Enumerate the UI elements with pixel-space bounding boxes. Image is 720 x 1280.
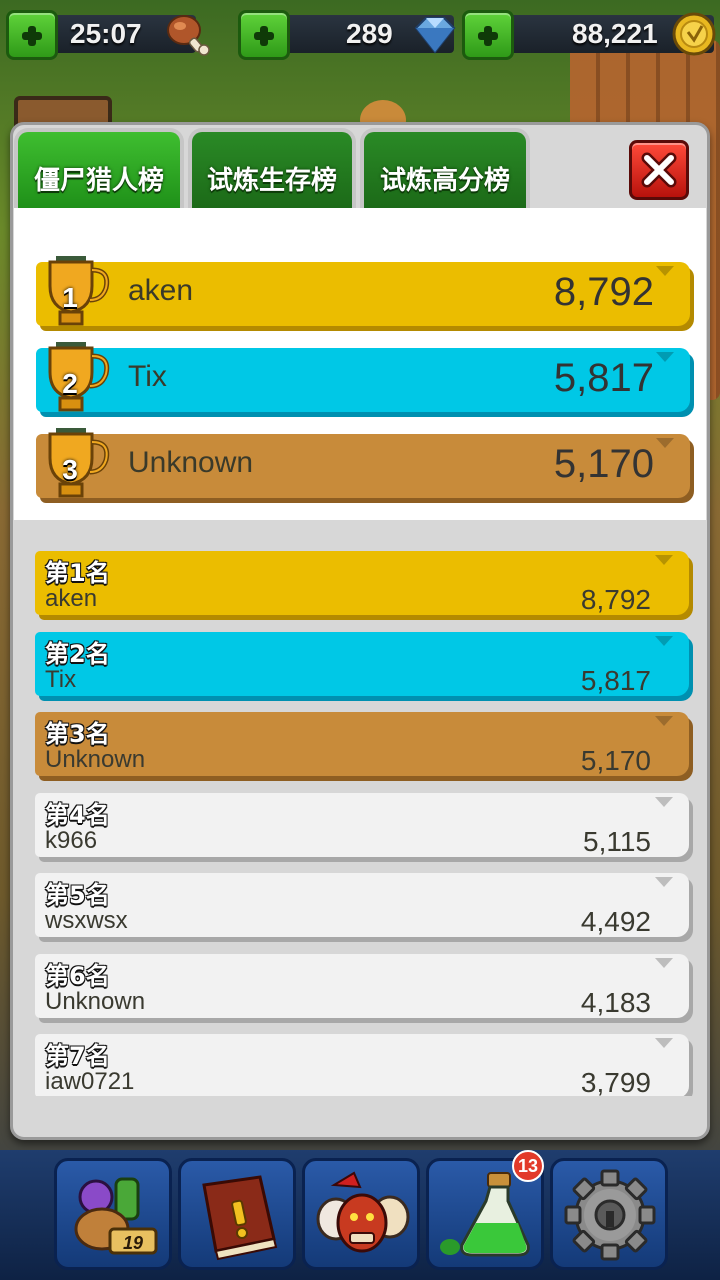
player-score: 8,792 bbox=[553, 270, 654, 314]
player-name: Unknown bbox=[45, 746, 146, 773]
player-name: Unknown bbox=[128, 446, 254, 479]
top-rank-row-1[interactable]: 1 aken 8,792 bbox=[36, 256, 690, 326]
player-score: 3,799 bbox=[580, 1067, 651, 1096]
expand-indicator bbox=[656, 438, 674, 448]
add-coins-button[interactable] bbox=[462, 10, 514, 60]
rank-number: 3 bbox=[62, 454, 78, 485]
settings-gear-icon bbox=[564, 1169, 656, 1261]
rank-number: 1 bbox=[62, 282, 78, 313]
coins-count: 88,221 bbox=[572, 18, 658, 49]
leaderboard-row[interactable]: 第1名 aken 8,792 bbox=[35, 551, 689, 615]
meat-drumstick-icon bbox=[167, 15, 210, 56]
expand-indicator bbox=[655, 958, 673, 968]
expand-indicator bbox=[655, 555, 673, 565]
tab-label: 试炼高分榜 bbox=[379, 166, 510, 196]
player-score: 5,115 bbox=[583, 826, 651, 857]
expand-indicator bbox=[655, 1038, 673, 1048]
rank-label: 第3名 bbox=[45, 720, 110, 748]
leaderboard-list[interactable]: 第1名 aken 8,792 第2名 Tix 5,817 第3名 Unknown… bbox=[14, 520, 706, 1096]
expand-indicator bbox=[655, 797, 673, 807]
leaderboard-row[interactable]: 第4名 k966 5,115 bbox=[35, 793, 689, 857]
heroes-icon bbox=[316, 1171, 410, 1253]
player-score: 8,792 bbox=[580, 584, 651, 615]
rank-label: 第7名 bbox=[45, 1042, 110, 1070]
book-icon bbox=[202, 1175, 278, 1261]
player-name: iaw0721 bbox=[45, 1068, 135, 1095]
player-score: 4,492 bbox=[580, 906, 651, 937]
potion-icon bbox=[440, 1172, 530, 1257]
expand-indicator bbox=[655, 636, 673, 646]
top-rank-row-3[interactable]: 3 Unknown 5,170 bbox=[36, 428, 690, 498]
backpack-icon: 19 bbox=[74, 1177, 158, 1255]
expand-indicator bbox=[655, 877, 673, 887]
energy-timer: 25:07 bbox=[70, 18, 142, 49]
expand-indicator bbox=[656, 352, 674, 362]
player-score: 5,170 bbox=[580, 745, 651, 776]
expand-indicator bbox=[656, 266, 674, 276]
player-score: 5,170 bbox=[553, 442, 654, 486]
tab-trial-survival[interactable]: 试炼生存榜 bbox=[188, 128, 356, 208]
top-rank-row-2[interactable]: 2 Tix 5,817 bbox=[36, 342, 690, 412]
player-name: k966 bbox=[45, 827, 98, 854]
add-energy-button[interactable] bbox=[6, 10, 58, 60]
calendar-day: 19 bbox=[123, 1233, 143, 1253]
gems-resource: 289 bbox=[238, 10, 460, 60]
diamond-icon bbox=[414, 17, 456, 54]
rank-label: 第5名 bbox=[45, 881, 110, 909]
expand-indicator bbox=[655, 716, 673, 726]
close-button[interactable] bbox=[629, 140, 689, 200]
player-name: Unknown bbox=[45, 988, 146, 1015]
leaderboard-row[interactable]: 第7名 iaw0721 3,799 bbox=[35, 1034, 689, 1096]
tab-trial-highscore[interactable]: 试炼高分榜 bbox=[360, 128, 530, 208]
tab-label: 试炼生存榜 bbox=[206, 166, 337, 196]
settings-button[interactable] bbox=[550, 1158, 668, 1270]
leaderboard-row[interactable]: 第2名 Tix 5,817 bbox=[35, 632, 689, 696]
player-score: 5,817 bbox=[580, 665, 651, 696]
rank-label: 第2名 bbox=[45, 640, 110, 668]
player-name: Tix bbox=[45, 666, 77, 693]
rank-label: 第6名 bbox=[45, 962, 110, 990]
add-gems-button[interactable] bbox=[238, 10, 290, 60]
gems-count: 289 bbox=[346, 18, 393, 49]
leaderboard-tabs: 僵尸猎人榜 试炼生存榜 试炼高分榜 bbox=[14, 128, 534, 232]
potion-notification-badge: 13 bbox=[512, 1150, 544, 1182]
player-name: aken bbox=[45, 585, 98, 612]
resource-bar: 25:07 289 88,221 bbox=[0, 0, 720, 66]
player-name: aken bbox=[128, 274, 194, 307]
rank-label: 第4名 bbox=[45, 801, 110, 829]
coins-resource: 88,221 bbox=[462, 10, 720, 60]
player-score: 4,183 bbox=[580, 987, 651, 1018]
leaderboard-row[interactable]: 第3名 Unknown 5,170 bbox=[35, 712, 689, 776]
inventory-button[interactable]: 19 bbox=[54, 1158, 172, 1270]
heroes-button[interactable] bbox=[302, 1158, 420, 1270]
bottom-dock: 19 bbox=[0, 1150, 720, 1280]
leaderboard-row[interactable]: 第5名 wsxwsx 4,492 bbox=[35, 873, 689, 937]
rank-label: 第1名 bbox=[45, 559, 110, 587]
top-three-section: 1 aken 8,792 2 Tix 5,817 3 Unknown 5,170 bbox=[14, 208, 706, 520]
close-icon bbox=[641, 152, 677, 188]
book-button[interactable] bbox=[178, 1158, 296, 1270]
gold-coin-icon bbox=[672, 12, 716, 56]
player-score: 5,817 bbox=[553, 356, 654, 400]
tab-label: 僵尸猎人榜 bbox=[33, 166, 164, 196]
energy-resource: 25:07 bbox=[6, 10, 216, 60]
leaderboard-row[interactable]: 第6名 Unknown 4,183 bbox=[35, 954, 689, 1018]
tab-zombie-hunter[interactable]: 僵尸猎人榜 bbox=[14, 128, 184, 232]
rank-number: 2 bbox=[62, 368, 78, 399]
player-name: wsxwsx bbox=[45, 907, 128, 934]
player-name: Tix bbox=[128, 360, 167, 393]
